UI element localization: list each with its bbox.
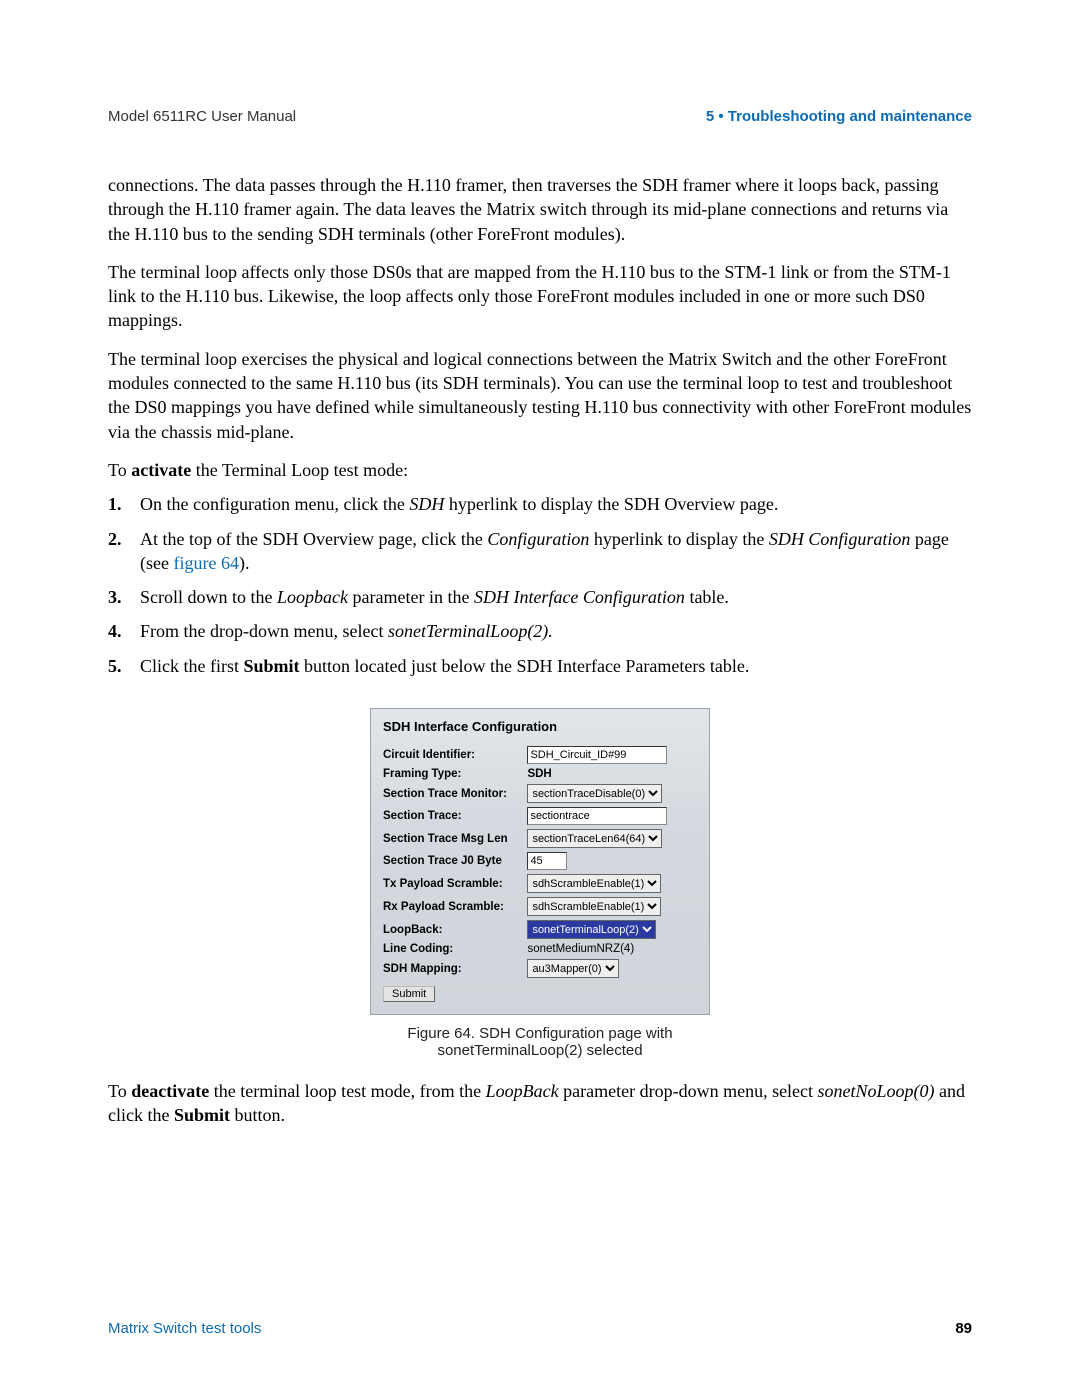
step-number: 2. — [108, 527, 122, 551]
step-ital: Loopback — [277, 587, 348, 607]
activate-bold: activate — [131, 460, 191, 480]
deact-loopback: LoopBack — [486, 1081, 559, 1101]
row-sdhmap: SDH Mapping: au3Mapper(0) — [383, 957, 697, 980]
activate-pre: To — [108, 460, 131, 480]
submit-button[interactable]: Submit — [383, 986, 435, 1002]
step-text: ). — [239, 553, 250, 573]
circuit-identifier-input[interactable] — [527, 746, 667, 764]
row-framing: Framing Type: SDH — [383, 766, 697, 782]
activate-intro: To activate the Terminal Loop test mode: — [108, 458, 972, 482]
rx-payload-scramble-select[interactable]: sdhScrambleEnable(1) — [527, 897, 661, 916]
step-ital: SDH — [409, 494, 444, 514]
step-text: button located just below the SDH Interf… — [300, 656, 750, 676]
step-text: From the drop-down menu, select — [140, 621, 388, 641]
step-text: Click the first — [140, 656, 243, 676]
linecode-value: sonetMediumNRZ(4) — [527, 941, 697, 957]
activate-post: the Terminal Loop test mode: — [191, 460, 408, 480]
step-3: 3. Scroll down to the Loopback parameter… — [108, 585, 972, 609]
sdh-config-title: SDH Interface Configuration — [383, 719, 697, 734]
section-trace-j0-input[interactable] — [527, 852, 567, 870]
step-number: 5. — [108, 654, 122, 678]
step-ital: Configuration — [487, 529, 589, 549]
sdh-config-panel: SDH Interface Configuration Circuit Iden… — [370, 708, 710, 1015]
deact-pre: To — [108, 1081, 131, 1101]
step-ital: SDH Interface Configuration — [474, 587, 685, 607]
step-1: 1. On the configuration menu, click the … — [108, 492, 972, 516]
label-stmon: Section Trace Monitor: — [383, 782, 527, 805]
section-trace-msg-len-select[interactable]: sectionTraceLen64(64) — [527, 829, 662, 848]
row-stmsglen: Section Trace Msg Len sectionTraceLen64(… — [383, 827, 697, 850]
loopback-select[interactable]: sonetTerminalLoop(2) — [527, 920, 656, 939]
page-number: 89 — [955, 1320, 972, 1337]
header-right: 5 • Troubleshooting and maintenance — [706, 108, 972, 125]
section-trace-monitor-select[interactable]: sectionTraceDisable(0) — [527, 784, 662, 803]
footer-left: Matrix Switch test tools — [108, 1320, 261, 1337]
step-ital: sonetTerminalLoop(2). — [388, 621, 553, 641]
row-loop: LoopBack: sonetTerminalLoop(2) — [383, 918, 697, 941]
step-ital: SDH Configuration — [769, 529, 911, 549]
label-linecode: Line Coding: — [383, 941, 527, 957]
row-txps: Tx Payload Scramble: sdhScrambleEnable(1… — [383, 872, 697, 895]
paragraph-3: The terminal loop exercises the physical… — [108, 347, 972, 444]
row-stj0: Section Trace J0 Byte — [383, 850, 697, 872]
row-linecode: Line Coding: sonetMediumNRZ(4) — [383, 941, 697, 957]
deact-end: button. — [230, 1105, 285, 1125]
figure-64-link[interactable]: figure 64 — [173, 553, 238, 573]
sdh-config-table: Circuit Identifier: Framing Type: SDH Se… — [383, 744, 697, 980]
deact-mid2: parameter drop-down menu, select — [559, 1081, 818, 1101]
label-framing: Framing Type: — [383, 766, 527, 782]
deact-submit: Submit — [174, 1105, 230, 1125]
step-text: Scroll down to the — [140, 587, 277, 607]
sdh-mapping-select[interactable]: au3Mapper(0) — [527, 959, 619, 978]
step-text: On the configuration menu, click the — [140, 494, 409, 514]
row-rxps: Rx Payload Scramble: sdhScrambleEnable(1… — [383, 895, 697, 918]
row-strace: Section Trace: — [383, 805, 697, 827]
deactivate-paragraph: To deactivate the terminal loop test mod… — [108, 1079, 972, 1128]
label-loop: LoopBack: — [383, 918, 527, 941]
figure-64: SDH Interface Configuration Circuit Iden… — [370, 708, 710, 1059]
step-2: 2. At the top of the SDH Overview page, … — [108, 527, 972, 576]
step-text: hyperlink to display the SDH Overview pa… — [444, 494, 778, 514]
step-text: table. — [685, 587, 729, 607]
step-4: 4. From the drop-down menu, select sonet… — [108, 619, 972, 643]
step-number: 3. — [108, 585, 122, 609]
paragraph-2: The terminal loop affects only those DS0… — [108, 260, 972, 333]
step-number: 4. — [108, 619, 122, 643]
label-strace: Section Trace: — [383, 805, 527, 827]
deact-bold: deactivate — [131, 1081, 209, 1101]
figure-caption: Figure 64. SDH Configuration page with s… — [370, 1025, 710, 1059]
page-header: Model 6511RC User Manual 5 • Troubleshoo… — [108, 108, 972, 125]
label-stmsglen: Section Trace Msg Len — [383, 827, 527, 850]
steps-list: 1. On the configuration menu, click the … — [108, 492, 972, 678]
label-rxps: Rx Payload Scramble: — [383, 895, 527, 918]
tx-payload-scramble-select[interactable]: sdhScrambleEnable(1) — [527, 874, 661, 893]
label-circuit: Circuit Identifier: — [383, 744, 527, 766]
row-circuit: Circuit Identifier: — [383, 744, 697, 766]
page-footer: Matrix Switch test tools 89 — [108, 1320, 972, 1337]
step-text: parameter in the — [348, 587, 474, 607]
label-stj0: Section Trace J0 Byte — [383, 850, 527, 872]
step-text: hyperlink to display the — [589, 529, 768, 549]
label-sdhmap: SDH Mapping: — [383, 957, 527, 980]
label-txps: Tx Payload Scramble: — [383, 872, 527, 895]
step-5: 5. Click the first Submit button located… — [108, 654, 972, 678]
paragraph-1: connections. The data passes through the… — [108, 173, 972, 246]
deact-mid: the terminal loop test mode, from the — [209, 1081, 485, 1101]
framing-value: SDH — [527, 766, 697, 782]
section-trace-input[interactable] — [527, 807, 667, 825]
step-text: At the top of the SDH Overview page, cli… — [140, 529, 487, 549]
header-left: Model 6511RC User Manual — [108, 108, 296, 125]
row-stmon: Section Trace Monitor: sectionTraceDisab… — [383, 782, 697, 805]
step-bold: Submit — [243, 656, 299, 676]
deact-sonet: sonetNoLoop(0) — [818, 1081, 935, 1101]
step-number: 1. — [108, 492, 122, 516]
